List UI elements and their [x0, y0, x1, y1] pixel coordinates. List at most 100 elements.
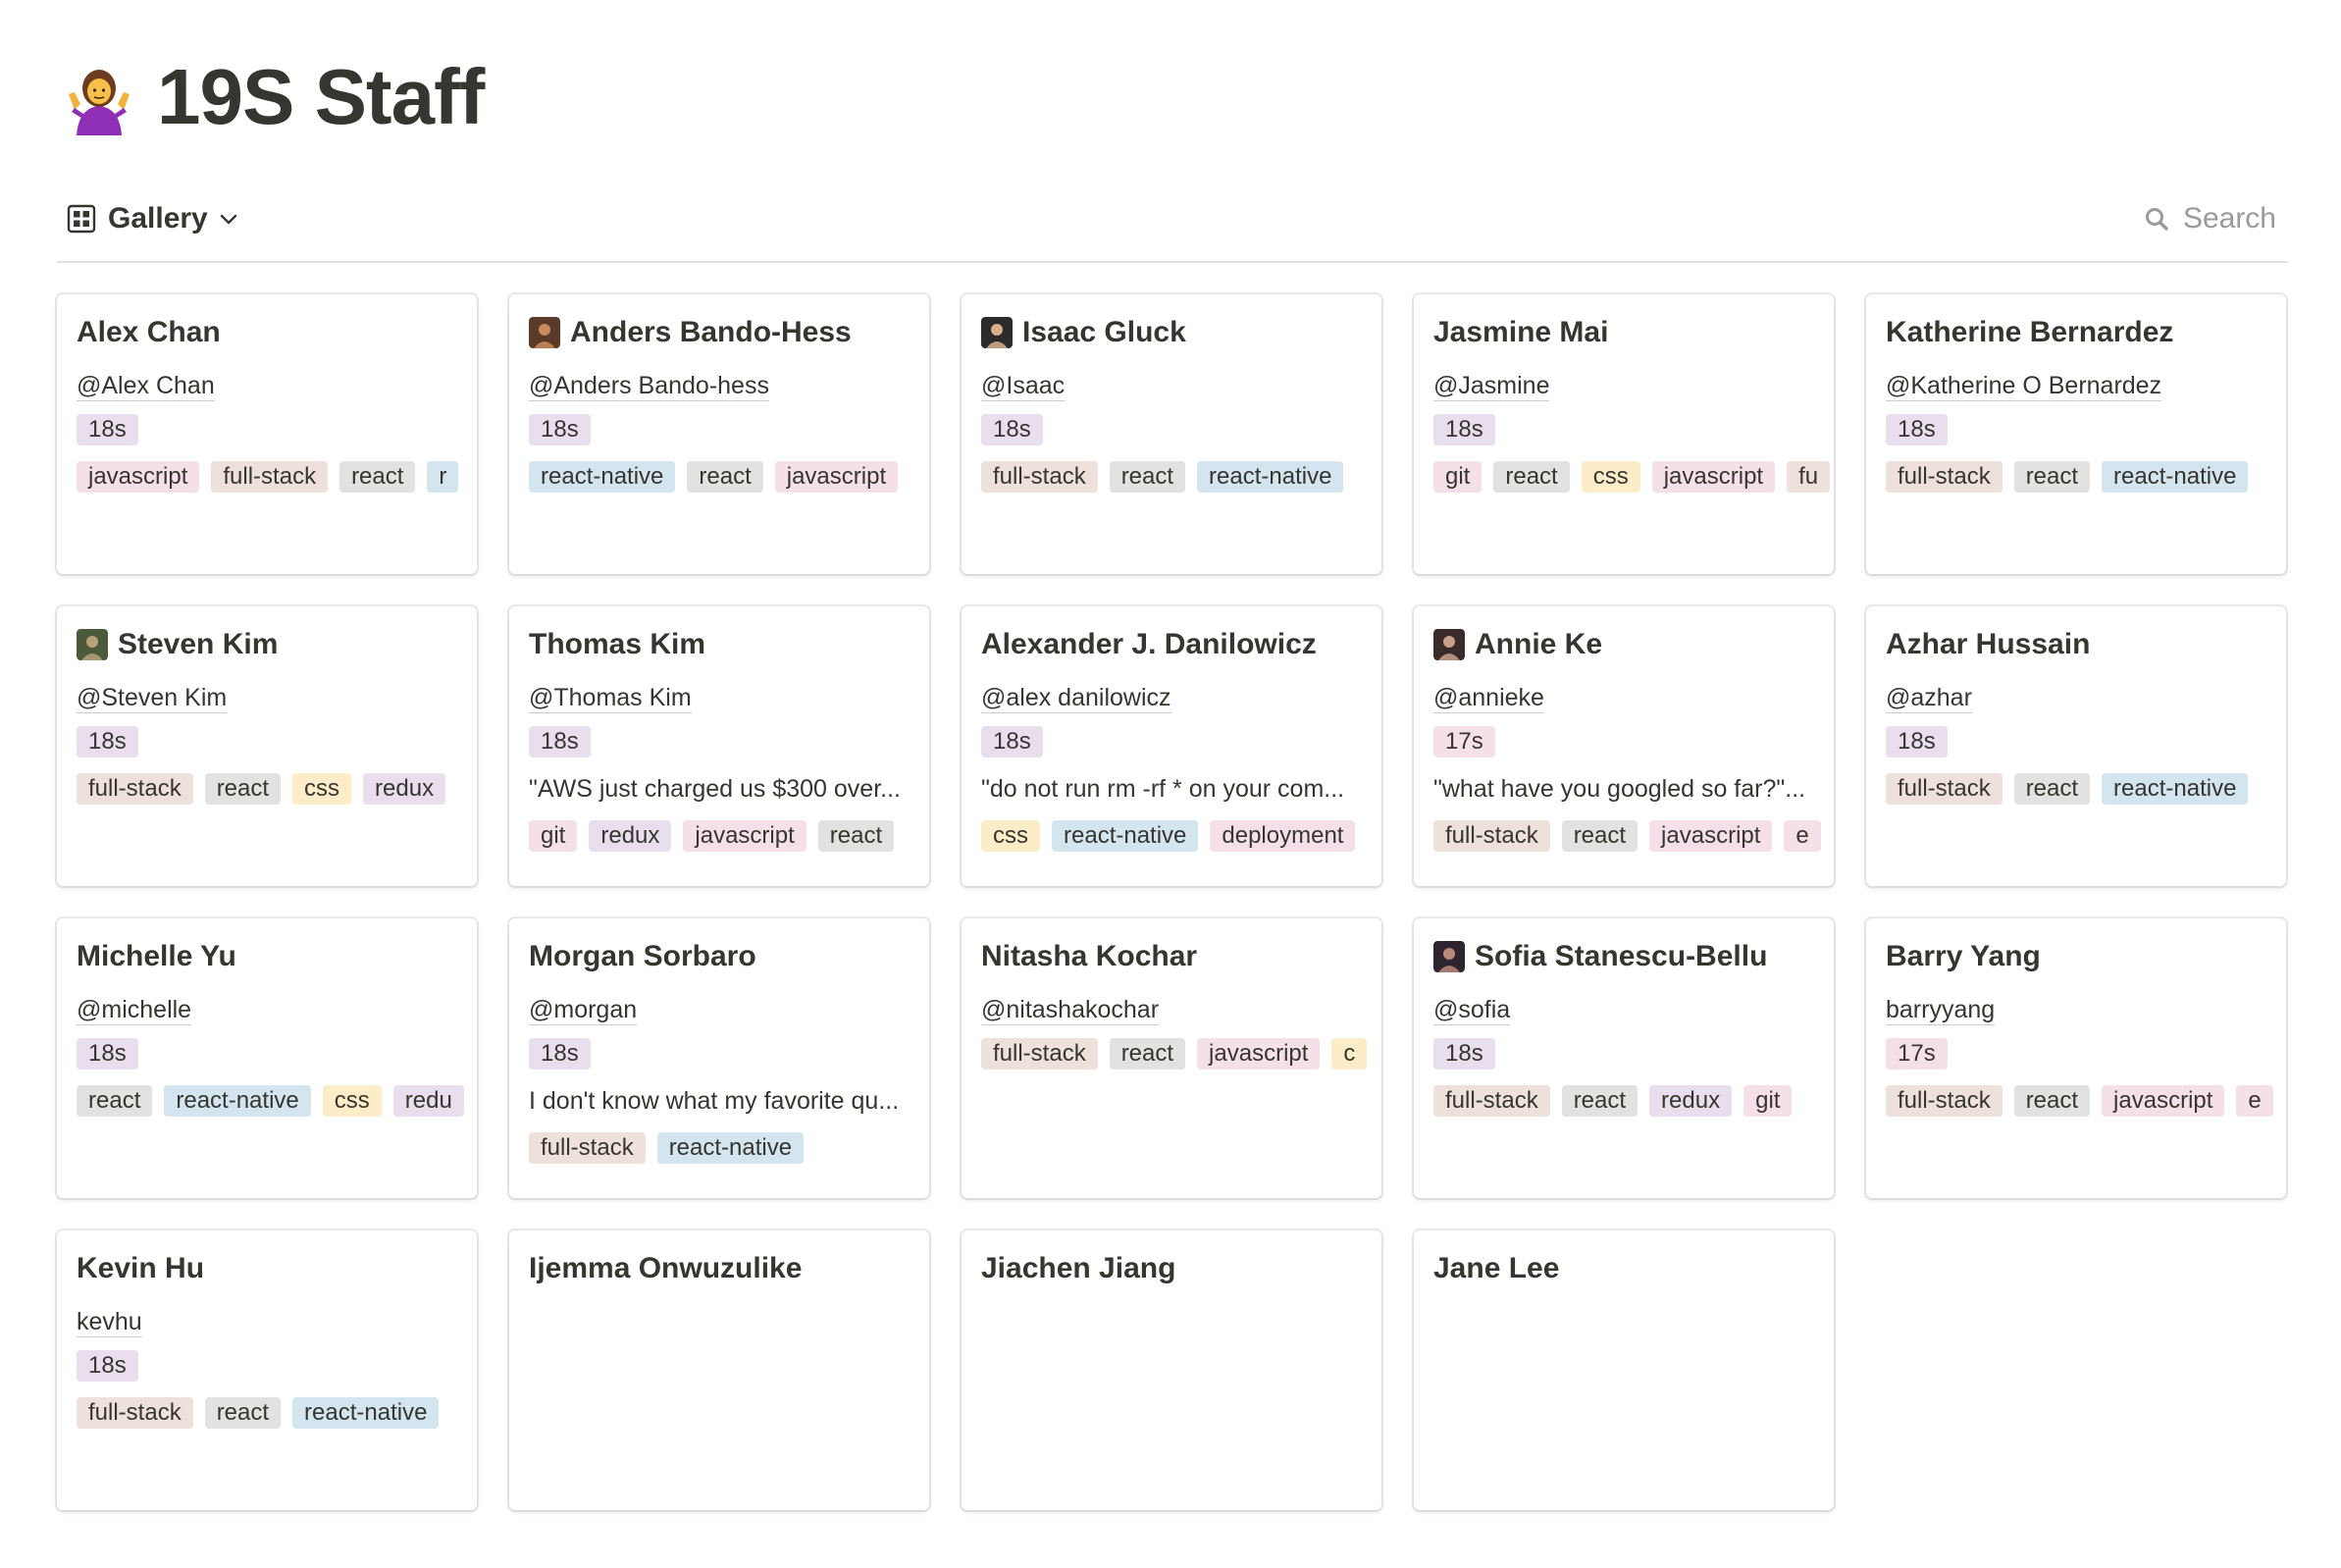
view-switcher-button[interactable]: Gallery	[67, 196, 239, 241]
person-mention[interactable]: @azhar	[1886, 679, 2286, 718]
skill-tag: full-stack	[211, 461, 329, 493]
gallery-card[interactable]: Azhar Hussain @azhar 18s full-stack react rea…	[1866, 606, 2286, 886]
skill-tag: react-native	[164, 1085, 311, 1117]
skill-tags-row: full-stack react javascript c	[981, 1030, 1381, 1077]
card-name: Anders Bando-Hess	[570, 316, 852, 348]
gallery-card[interactable]: Isaac Gluck @Isaac 18s full-stack react react…	[962, 294, 1381, 574]
skill-tags-row: full-stack react react-native	[1886, 765, 2286, 812]
person-mention[interactable]: @alex danilowicz	[981, 679, 1381, 718]
card-title: Jiachen Jiang	[981, 1248, 1381, 1289]
cohort-row: 18s	[529, 406, 929, 453]
search-button[interactable]: Search	[2144, 196, 2276, 241]
card-name: Jasmine Mai	[1433, 316, 1609, 348]
gallery-card[interactable]: Thomas Kim @Thomas Kim 18s "AWS just charge…	[509, 606, 929, 886]
person-mention-label: @Anders Bando-hess	[529, 372, 769, 401]
skill-tag: react	[204, 773, 282, 805]
person-mention[interactable]: @morgan	[529, 991, 929, 1030]
card-quote: "do not run rm -rf * on your com...	[981, 774, 1345, 803]
skill-tag: full-stack	[981, 1038, 1098, 1070]
gallery-card[interactable]: Alex Chan @Alex Chan 18s javascript full-sta…	[57, 294, 477, 574]
person-mention-label: kevhu	[77, 1308, 142, 1337]
card-name: Azhar Hussain	[1886, 628, 2091, 660]
skill-tag: full-stack	[1886, 461, 2003, 493]
card-title: Annie Ke	[1433, 624, 1834, 665]
person-mention[interactable]: @annieke	[1433, 679, 1834, 718]
gallery-card[interactable]: Steven Kim @Steven Kim 18s full-stack react c…	[57, 606, 477, 886]
card-name: Steven Kim	[118, 628, 279, 660]
skill-tags-row: full-stack react-native	[529, 1124, 929, 1172]
skill-tag: javascript	[1651, 461, 1776, 493]
skill-tag: javascript	[1649, 820, 1773, 852]
skill-tag: fu	[1787, 461, 1831, 493]
search-icon	[2145, 208, 2168, 231]
skill-tag: e	[2236, 1085, 2273, 1117]
person-mention[interactable]: @Jasmine	[1433, 367, 1834, 406]
skill-tag: react-native	[292, 1397, 440, 1429]
skill-tags-row: full-stack react javascript e	[1886, 1077, 2286, 1124]
avatar-photo-icon	[1433, 941, 1465, 972]
skill-tag: full-stack	[981, 461, 1098, 493]
gallery-card[interactable]: Jane Lee	[1414, 1230, 1834, 1510]
gallery-card[interactable]: Jiachen Jiang	[962, 1230, 1381, 1510]
skill-tag: react	[1493, 461, 1570, 493]
person-mention[interactable]: @Anders Bando-hess	[529, 367, 929, 406]
avatar-photo-icon	[77, 629, 108, 660]
gallery-card[interactable]: Katherine Bernardez @Katherine O Bernarde…	[1866, 294, 2286, 574]
cohort-row: 18s	[77, 1342, 477, 1389]
card-quote: "what have you googled so far?"...	[1433, 774, 1806, 803]
person-mention[interactable]: @Isaac	[981, 367, 1381, 406]
cohort-row: 18s	[1886, 718, 2286, 765]
skill-tag: full-stack	[1433, 820, 1550, 852]
skill-tags-row: javascript full-stack react r	[77, 453, 477, 500]
card-title: Morgan Sorbaro	[529, 936, 929, 977]
gallery-card[interactable]: Michelle Yu @michelle 18s react react-native…	[57, 918, 477, 1198]
skill-tag: react	[2013, 1085, 2091, 1117]
person-mention[interactable]: @Katherine O Bernardez	[1886, 367, 2286, 406]
person-mention-label: barryyang	[1886, 996, 1996, 1025]
card-name: Alex Chan	[77, 316, 221, 348]
skill-tag: react-native	[656, 1132, 805, 1164]
gallery-card[interactable]: Jasmine Mai @Jasmine 18s git react css javascr…	[1414, 294, 1834, 574]
gallery-card[interactable]: Ijemma Onwuzulike	[509, 1230, 929, 1510]
person-mention[interactable]: @nitashakochar	[981, 991, 1381, 1030]
skill-tags-row: full-stack react react-native	[77, 1389, 477, 1437]
chevron-down-icon	[220, 214, 236, 225]
person-mention[interactable]: @Alex Chan	[77, 367, 477, 406]
person-mention[interactable]: @sofia	[1433, 991, 1834, 1030]
skill-tag: react	[204, 1397, 282, 1429]
gallery-card[interactable]: Alexander J. Danilowicz @alex danilowicz 1…	[962, 606, 1381, 886]
skill-tag: react	[1109, 461, 1186, 493]
person-mention[interactable]: barryyang	[1886, 991, 2286, 1030]
card-name: Kevin Hu	[77, 1252, 205, 1284]
skill-tags-row: full-stack react react-native	[981, 453, 1381, 500]
person-shrugging-icon[interactable]	[61, 59, 137, 135]
person-mention[interactable]: @Thomas Kim	[529, 679, 929, 718]
cohort-tag: 18s	[77, 726, 138, 758]
gallery-card[interactable]: Sofia Stanescu-Bellu @sofia 18s full-stack r…	[1414, 918, 1834, 1198]
card-title: Ijemma Onwuzulike	[529, 1248, 929, 1289]
card-title: Michelle Yu	[77, 936, 477, 977]
gallery-card[interactable]: Nitasha Kochar @nitashakochar full-stack re…	[962, 918, 1381, 1198]
cohort-tag: 18s	[77, 1350, 138, 1382]
skill-tag: javascript	[683, 820, 806, 852]
gallery-grid-icon	[67, 204, 96, 234]
skill-tag: git	[1743, 1085, 1793, 1117]
gallery-card[interactable]: Anders Bando-Hess @Anders Bando-hess 18s re…	[509, 294, 929, 574]
cohort-tag: 18s	[1886, 726, 1948, 758]
avatar-photo-icon	[529, 317, 560, 348]
gallery-card[interactable]: Kevin Hu kevhu 18s full-stack react react-nat…	[57, 1230, 477, 1510]
card-name: Ijemma Onwuzulike	[529, 1252, 803, 1284]
card-title: Azhar Hussain	[1886, 624, 2286, 665]
skill-tag: react-native	[1052, 820, 1199, 852]
skill-tag: full-stack	[77, 1397, 193, 1429]
gallery-card[interactable]: Barry Yang barryyang 17s full-stack react jav…	[1866, 918, 2286, 1198]
gallery-card[interactable]: Morgan Sorbaro @morgan 18s I don't know wha…	[509, 918, 929, 1198]
cohort-row: 18s	[77, 718, 477, 765]
person-mention[interactable]: @michelle	[77, 991, 477, 1030]
person-mention[interactable]: kevhu	[77, 1303, 477, 1342]
skill-tag: redu	[392, 1085, 464, 1117]
gallery-card[interactable]: Annie Ke @annieke 17s "what have you google…	[1414, 606, 1834, 886]
skill-tag: css	[322, 1085, 382, 1117]
person-mention[interactable]: @Steven Kim	[77, 679, 477, 718]
skill-tag: react-native	[1197, 461, 1344, 493]
